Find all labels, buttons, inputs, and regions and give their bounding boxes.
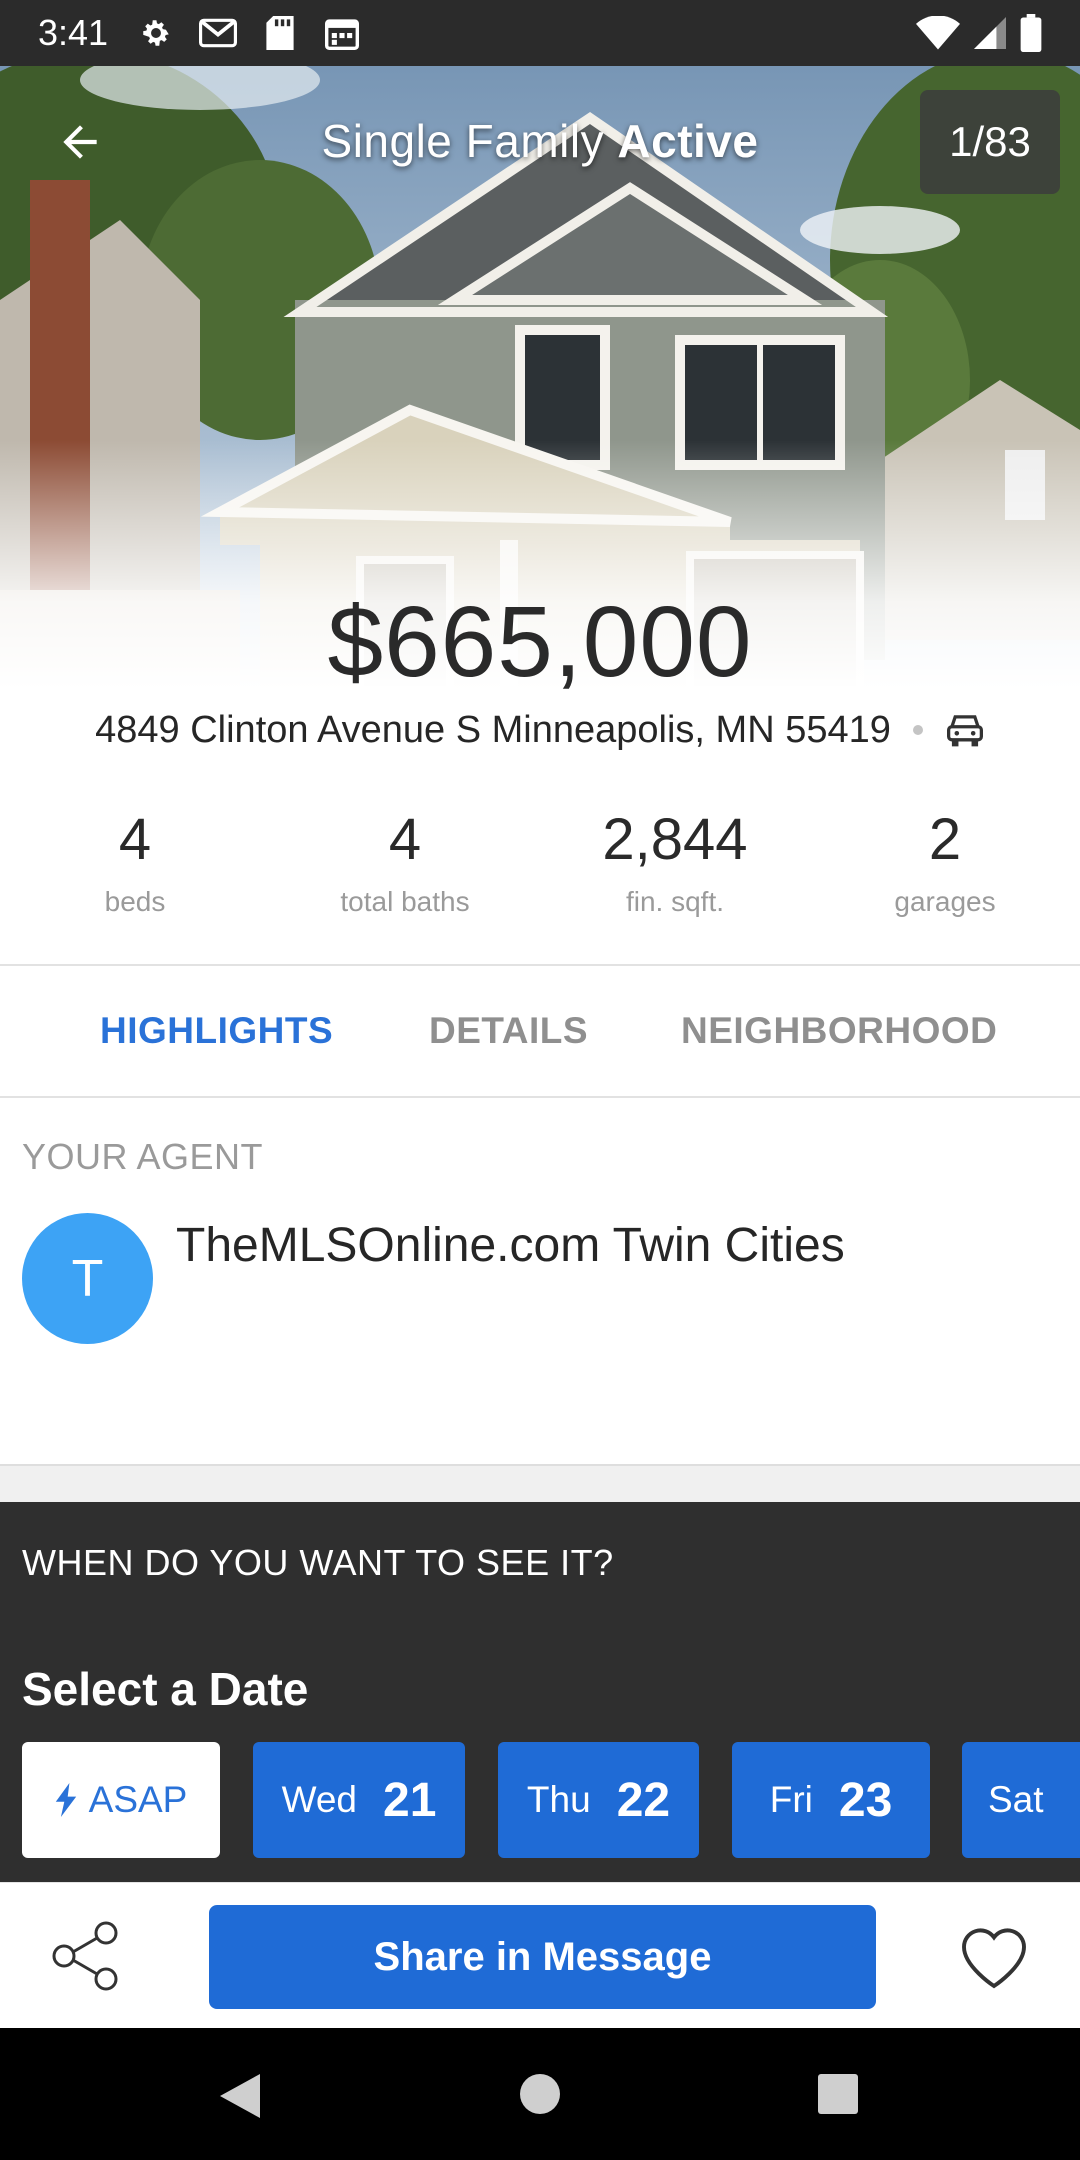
nav-back-icon[interactable] xyxy=(220,2074,260,2123)
stat-value: 2,844 xyxy=(602,807,748,872)
listing-price: $665,000 xyxy=(327,586,753,698)
schedule-question: WHEN DO YOU WANT TO SEE IT? xyxy=(22,1542,614,1583)
date-day: Fri xyxy=(769,1779,813,1820)
agent-name[interactable]: TheMLSOnline.com Twin Cities xyxy=(176,1218,845,1273)
listing-address[interactable]: 4849 Clinton Avenue S Minneapolis, MN 55… xyxy=(95,709,891,752)
stat-label: fin. sqft. xyxy=(625,886,725,917)
gmail-icon xyxy=(198,13,238,53)
tab-neighborhood[interactable]: NEIGHBORHOOD xyxy=(681,966,997,1096)
share-icon[interactable] xyxy=(48,1921,122,1991)
section-gap xyxy=(0,1466,1080,1502)
nav-recents-icon[interactable] xyxy=(818,2074,858,2114)
wifi-icon xyxy=(916,16,960,50)
avatar[interactable]: T xyxy=(22,1213,153,1344)
signal-icon xyxy=(974,17,1006,49)
settings-icon xyxy=(136,13,176,53)
property-type: Single Family xyxy=(321,115,605,167)
property-stats: 4 beds 4 total baths 2,844 fin. sqft. 2 … xyxy=(0,800,1080,930)
agent-section-heading: YOUR AGENT xyxy=(22,1136,264,1177)
date-option-thu[interactable]: Thu 22 xyxy=(498,1742,699,1858)
stat-garages: 2 garages xyxy=(810,800,1080,930)
address-row: 4849 Clinton Avenue S Minneapolis, MN 55… xyxy=(0,705,1080,755)
stat-beds: 4 beds xyxy=(0,800,270,930)
nav-home-icon[interactable] xyxy=(520,2074,560,2114)
date-number: 21 xyxy=(383,1773,437,1827)
tab-bar: HIGHLIGHTS DETAILS NEIGHBORHOOD xyxy=(0,966,1080,1096)
stat-value: 2 xyxy=(928,807,962,872)
stat-label: garages xyxy=(894,886,996,917)
stat-label: total baths xyxy=(340,886,470,917)
tab-highlights[interactable]: HIGHLIGHTS xyxy=(100,966,333,1096)
sd-card-icon xyxy=(260,13,300,53)
stat-value: 4 xyxy=(388,807,422,872)
system-icons xyxy=(916,14,1042,52)
notification-icons xyxy=(136,13,362,53)
date-day: Thu xyxy=(526,1779,591,1820)
favorite-heart-icon[interactable] xyxy=(958,1923,1030,1989)
tab-details[interactable]: DETAILS xyxy=(429,966,588,1096)
system-nav-bar xyxy=(0,2028,1080,2160)
page-title: Single Family Active xyxy=(0,114,1080,168)
status-time: 3:41 xyxy=(38,12,109,53)
stat-baths: 4 total baths xyxy=(270,800,540,930)
listing-status: Active xyxy=(617,115,759,167)
photo-counter: 1/83 xyxy=(920,90,1060,194)
date-number: 22 xyxy=(616,1773,671,1827)
battery-icon xyxy=(1020,14,1042,52)
lightning-icon xyxy=(55,1783,76,1817)
asap-label: ASAP xyxy=(88,1779,188,1820)
date-option-sat[interactable]: Sat xyxy=(962,1742,1080,1858)
select-date-title: Select a Date xyxy=(22,1663,309,1715)
calendar-icon xyxy=(322,13,362,53)
date-option-wed[interactable]: Wed 21 xyxy=(253,1742,465,1858)
date-number: 23 xyxy=(838,1773,893,1827)
stat-label: beds xyxy=(104,886,166,917)
date-option-fri[interactable]: Fri 23 xyxy=(732,1742,930,1858)
bottom-action-bar: Share in Message xyxy=(0,1882,1080,2028)
divider xyxy=(0,1096,1080,1098)
schedule-tour-panel: WHEN DO YOU WANT TO SEE IT? Select a Dat… xyxy=(0,1502,1080,1882)
date-day: Sat xyxy=(988,1779,1044,1820)
stat-sqft: 2,844 fin. sqft. xyxy=(540,800,810,930)
status-bar: 3:41 xyxy=(0,0,1080,66)
date-day: Wed xyxy=(281,1779,358,1820)
share-in-message-button[interactable]: Share in Message xyxy=(209,1905,876,2009)
separator-dot xyxy=(912,725,923,735)
asap-button[interactable]: ASAP xyxy=(22,1742,220,1858)
car-icon[interactable] xyxy=(945,712,985,748)
stat-value: 4 xyxy=(118,807,152,872)
